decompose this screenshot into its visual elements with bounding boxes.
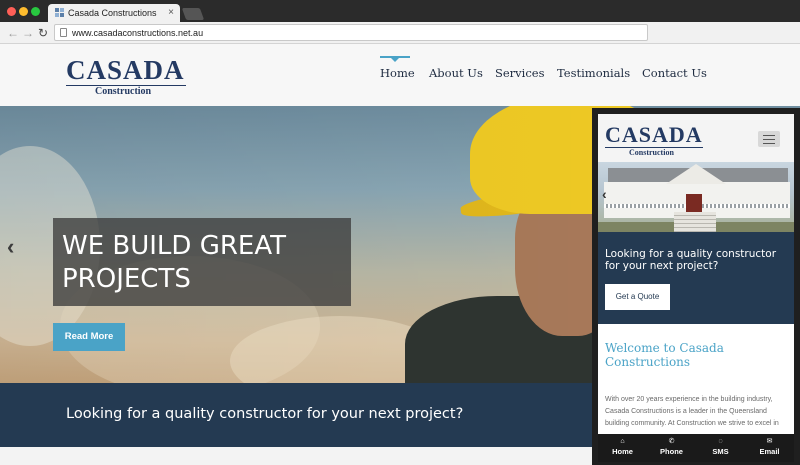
- chat-icon: ◌: [718, 438, 723, 445]
- logo-main-text: CASADA: [66, 55, 185, 85]
- mobile-nav-label: Phone: [660, 447, 683, 456]
- mobile-preview-frame: CASADA Construction ‹ Looking for a qual…: [592, 108, 800, 465]
- window-minimize-button[interactable]: [19, 7, 28, 16]
- mobile-logo-main[interactable]: CASADA: [605, 124, 703, 146]
- new-tab-button[interactable]: [181, 8, 205, 20]
- cta-text: Looking for a quality constructor for yo…: [66, 406, 464, 422]
- reload-icon[interactable]: ↻: [38, 26, 48, 40]
- tab-close-icon[interactable]: ×: [168, 7, 174, 18]
- mobile-nav-label: SMS: [712, 447, 729, 456]
- hero-headline-box: WE BUILD GREAT PROJECTS: [53, 218, 351, 306]
- document-icon: [60, 28, 67, 37]
- nav-services[interactable]: Services: [495, 66, 545, 80]
- nav-testimonials[interactable]: Testimonials: [557, 66, 630, 80]
- phone-icon: ✆: [668, 438, 675, 445]
- mobile-hero-image: [598, 162, 794, 232]
- mobile-body-text: With over 20 years experience in the bui…: [605, 396, 779, 427]
- mobile-bottom-nav: ⌂ Home ✆ Phone ◌ SMS ✉ Email: [598, 434, 794, 462]
- mobile-screen: CASADA Construction ‹ Looking for a qual…: [598, 114, 794, 462]
- mobile-nav-phone[interactable]: ✆ Phone: [647, 434, 696, 462]
- hamburger-menu-icon[interactable]: [758, 131, 780, 147]
- forward-arrow-icon[interactable]: →: [22, 26, 34, 40]
- mobile-nav-label: Home: [612, 447, 633, 456]
- mobile-nav-sms[interactable]: ◌ SMS: [696, 434, 745, 462]
- browser-address-bar: ← → ↻ www.casadaconstructions.net.au: [0, 22, 800, 44]
- mobile-nav-label: Email: [759, 447, 780, 456]
- url-input[interactable]: www.casadaconstructions.net.au: [54, 24, 648, 41]
- read-more-button[interactable]: Read More: [53, 323, 125, 351]
- mobile-nav-home[interactable]: ⌂ Home: [598, 434, 647, 462]
- home-icon: ⌂: [620, 438, 625, 445]
- nav-about-us[interactable]: About Us: [429, 66, 483, 80]
- nav-home[interactable]: Home: [380, 66, 415, 80]
- mobile-slider-prev-icon[interactable]: ‹: [602, 186, 607, 202]
- mobile-cta-panel: Looking for a quality constructor for yo…: [598, 232, 794, 324]
- site-logo[interactable]: CASADA Construction: [66, 56, 188, 98]
- mobile-cta-text: Looking for a quality constructor for yo…: [605, 248, 777, 272]
- browser-tab[interactable]: Casada Constructions ×: [48, 4, 180, 22]
- favicon-icon: [55, 8, 64, 17]
- window-close-button[interactable]: [7, 7, 16, 16]
- back-arrow-icon[interactable]: ←: [7, 26, 19, 40]
- slider-prev-icon[interactable]: ‹: [7, 234, 14, 260]
- envelope-icon: ✉: [766, 438, 773, 445]
- nav-contact-us[interactable]: Contact Us: [642, 66, 707, 80]
- get-a-quote-button[interactable]: Get a Quote: [605, 284, 670, 310]
- site-header: CASADA Construction Home About Us Servic…: [0, 44, 800, 106]
- hero-headline: WE BUILD GREAT PROJECTS: [62, 231, 286, 294]
- tab-title: Casada Constructions: [68, 8, 157, 18]
- url-text: www.casadaconstructions.net.au: [72, 28, 204, 38]
- nav-active-caret: [391, 58, 399, 62]
- logo-sub-text: Construction: [95, 86, 152, 97]
- browser-tab-bar: Casada Constructions ×: [0, 0, 800, 22]
- mobile-header: CASADA Construction: [598, 114, 794, 162]
- mobile-welcome-title: Welcome to Casada Constructions: [605, 341, 724, 369]
- mobile-nav-email[interactable]: ✉ Email: [745, 434, 794, 462]
- window-zoom-button[interactable]: [31, 7, 40, 16]
- mobile-logo-sub: Construction: [629, 148, 674, 157]
